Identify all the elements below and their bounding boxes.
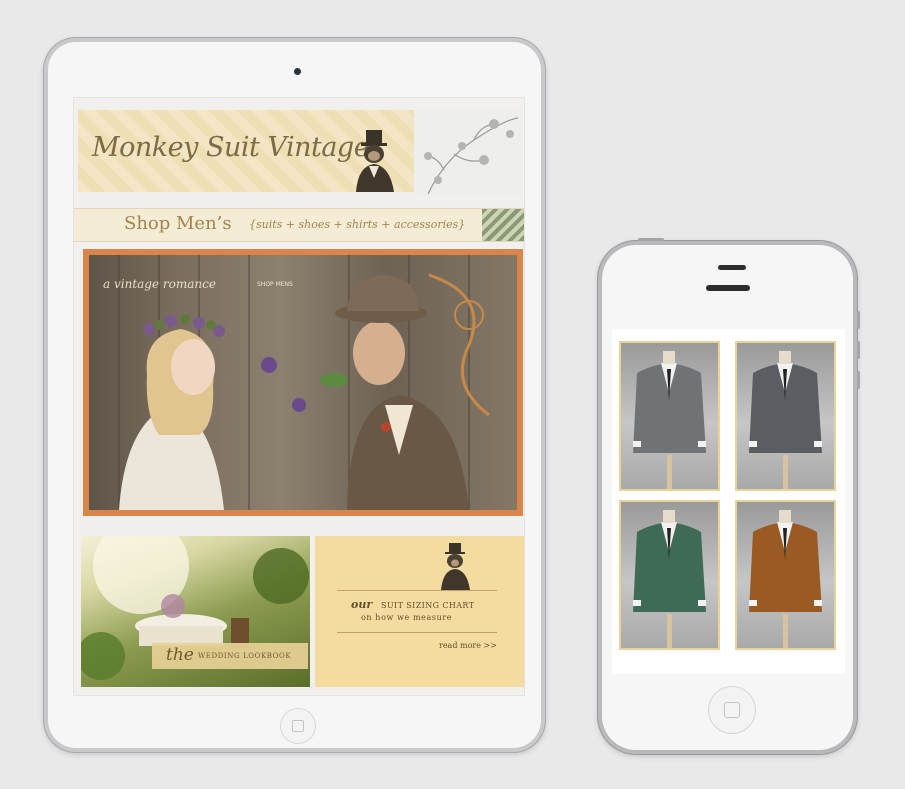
suit-image: [633, 351, 706, 489]
sizing-our: our: [351, 598, 373, 611]
shirt-cuff: [698, 600, 706, 606]
speaker-grille: [706, 285, 750, 291]
pattern-swatch: [482, 209, 524, 241]
tablet-screen: Monkey Suit Vintage Shop Men’s {suits + …: [73, 97, 525, 696]
shirt-cuff: [633, 600, 641, 606]
phone-camera-icon: [718, 265, 746, 270]
shop-categories-link[interactable]: {suits + shoes + shirts + accessories}: [249, 218, 465, 231]
shirt-cuff: [698, 441, 706, 447]
tablet-bezel: Monkey Suit Vintage Shop Men’s {suits + …: [48, 42, 541, 748]
power-button[interactable]: [638, 238, 664, 241]
mannequin-stand: [667, 455, 672, 489]
suit-tile[interactable]: [735, 341, 836, 491]
suit-tile[interactable]: [619, 341, 720, 491]
mannequin-neck: [663, 510, 675, 523]
shirt-cuff: [814, 600, 822, 606]
shirt-cuff: [814, 441, 822, 447]
mannequin-stand: [783, 455, 788, 489]
phone-bezel: [602, 245, 853, 750]
home-icon: [724, 702, 740, 718]
sizing-subtitle: on how we measure: [361, 613, 453, 622]
home-icon: [292, 720, 304, 732]
lookbook-title: WEDDING LOOKBOOK: [198, 652, 292, 660]
wedding-lookbook-tile[interactable]: the WEDDING LOOKBOOK: [81, 536, 310, 687]
sizing-chart-tile[interactable]: our SUIT SIZING CHART on how we measure …: [315, 536, 524, 687]
volume-down-button[interactable]: [857, 341, 860, 359]
suit-grid: [619, 341, 838, 652]
suit-image: [633, 510, 706, 648]
front-camera-icon: [294, 68, 301, 75]
divider: [337, 590, 497, 591]
mannequin-neck: [779, 351, 791, 364]
divider: [337, 632, 497, 633]
brand-title: Monkey Suit Vintage: [92, 132, 370, 163]
lookbook-the: the: [166, 645, 194, 665]
sizing-title: SUIT SIZING CHART: [381, 601, 475, 610]
hero-caption: a vintage romance: [103, 277, 216, 291]
floral-decoration: [414, 110, 522, 196]
tablet-device: Monkey Suit Vintage Shop Men’s {suits + …: [44, 38, 545, 752]
volume-up-button[interactable]: [857, 311, 860, 329]
tablet-home-button[interactable]: [280, 708, 316, 744]
phone-device: [598, 238, 860, 754]
monkey-logo-icon: [356, 130, 394, 192]
suit-image: [749, 510, 822, 648]
shirt-cuff: [633, 441, 641, 447]
read-more-link[interactable]: read more >>: [439, 641, 497, 650]
shop-mens-nav[interactable]: Shop Men’s {suits + shoes + shirts + acc…: [74, 208, 524, 242]
phone-screen: [612, 329, 845, 674]
monkey-icon: [441, 543, 470, 590]
shirt-cuff: [749, 441, 757, 447]
mute-switch[interactable]: [857, 371, 860, 389]
mannequin-neck: [779, 510, 791, 523]
suit-tile[interactable]: [735, 500, 836, 650]
suit-tile[interactable]: [619, 500, 720, 650]
mannequin-neck: [663, 351, 675, 364]
shirt-cuff: [749, 600, 757, 606]
hero-banner[interactable]: a vintage romance SHOP MENS: [83, 249, 523, 516]
couple-illustration: [118, 255, 490, 510]
mannequin-stand: [667, 614, 672, 648]
phone-home-button[interactable]: [708, 686, 756, 734]
mannequin-stand: [783, 614, 788, 648]
shop-mens-link[interactable]: Shop Men’s: [124, 213, 232, 234]
brand-banner[interactable]: Monkey Suit Vintage: [78, 110, 414, 192]
suit-image: [749, 351, 822, 489]
hero-shop-mens-link[interactable]: SHOP MENS: [257, 281, 293, 288]
lookbook-label: the WEDDING LOOKBOOK: [152, 643, 308, 669]
hero-photo: a vintage romance SHOP MENS: [89, 255, 517, 510]
